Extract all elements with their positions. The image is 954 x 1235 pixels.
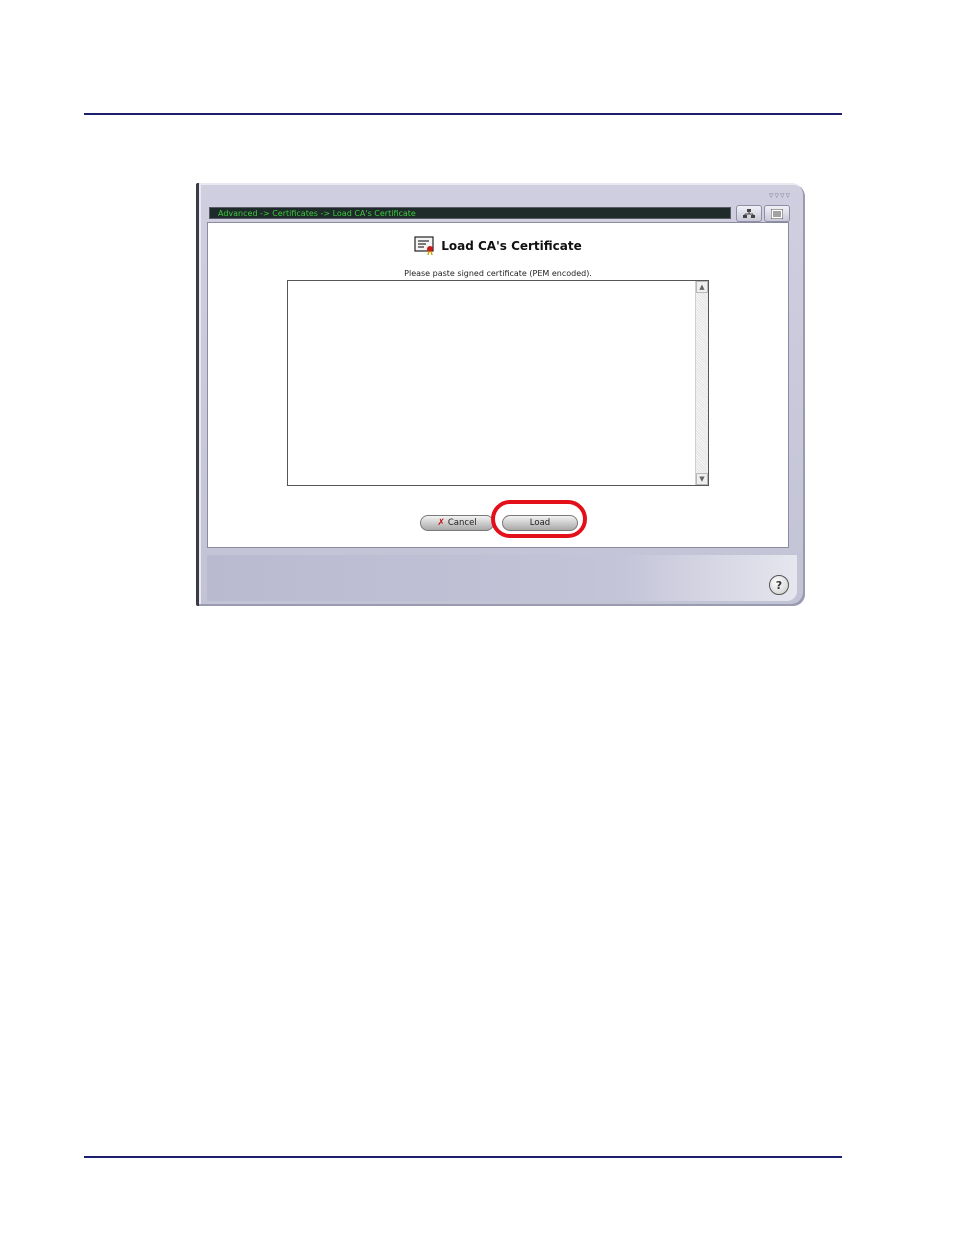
sitemap-button[interactable] — [736, 205, 762, 222]
cancel-button-label: Cancel — [447, 518, 477, 528]
window-grip: ▿▿▿▿ — [768, 191, 791, 201]
textarea-scrollbar[interactable]: ▲ ▼ — [695, 281, 708, 485]
help-icon: ? — [775, 578, 783, 592]
x-icon: ✗ — [437, 518, 445, 528]
certificate-textarea[interactable]: ▲ ▼ — [287, 280, 709, 486]
menu-button[interactable] — [764, 205, 790, 222]
certificate-icon — [414, 236, 434, 256]
sitemap-icon — [743, 208, 755, 218]
breadcrumb: Advanced -> Certificates -> Load CA's Ce… — [209, 207, 731, 219]
page-footer-rule — [84, 1156, 842, 1158]
scroll-up-icon[interactable]: ▲ — [696, 281, 708, 293]
load-button[interactable]: Load — [502, 515, 578, 531]
page-title-row: Load CA's Certificate — [208, 236, 788, 258]
instruction-text: Please paste signed certificate (PEM enc… — [404, 269, 592, 278]
cancel-button[interactable]: ✗ Cancel — [420, 515, 494, 531]
scroll-down-icon[interactable]: ▼ — [696, 473, 708, 485]
page-header-rule — [84, 113, 842, 115]
load-button-label: Load — [529, 518, 551, 528]
app-window: ▿▿▿▿ Advanced -> Certificates -> Load CA… — [196, 183, 805, 606]
help-button[interactable]: ? — [769, 575, 789, 595]
status-bar: ? — [207, 555, 797, 601]
menu-icon — [771, 208, 783, 219]
content-panel: Load CA's Certificate Please paste signe… — [207, 222, 789, 548]
page-title: Load CA's Certificate — [441, 239, 582, 253]
